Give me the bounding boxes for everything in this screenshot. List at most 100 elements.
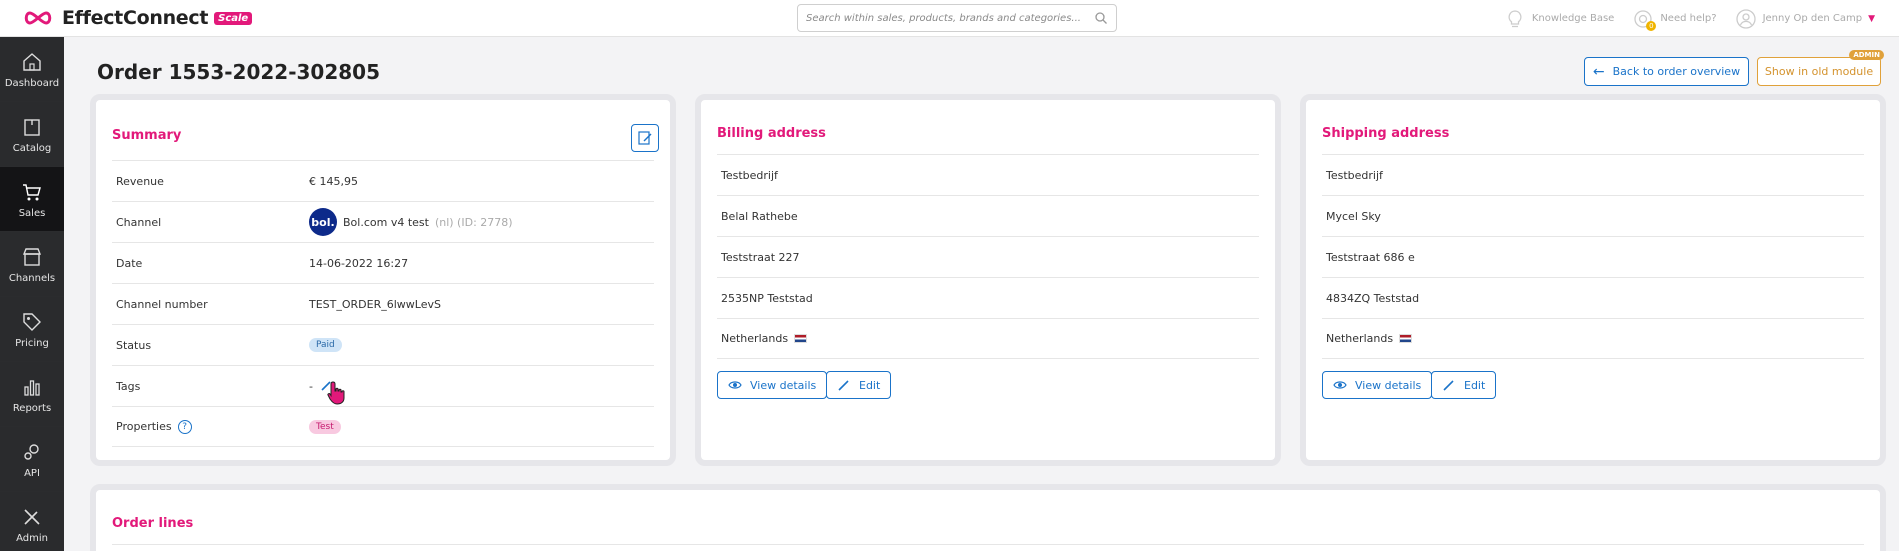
shipping-edit-button[interactable]: Edit <box>1431 371 1497 399</box>
app-logo[interactable]: EffectConnect Scale <box>0 7 600 29</box>
billing-edit-button[interactable]: Edit <box>826 371 892 399</box>
sidebar-item-catalog[interactable]: Catalog <box>0 102 64 167</box>
tags-row: Tags - <box>112 365 654 406</box>
house-icon <box>23 52 41 71</box>
order-lines-divider <box>112 544 1864 545</box>
app-name: EffectConnect <box>62 7 209 29</box>
shipping-company: Testbedrijf <box>1326 168 1383 182</box>
shipping-street-row: Teststraat 686 e <box>1322 236 1864 277</box>
edit-note-icon <box>638 131 652 145</box>
billing-view-details-button[interactable]: View details <box>717 371 828 399</box>
status-label: Status <box>116 338 152 352</box>
show-in-old-module-button[interactable]: Show in old module ADMIN <box>1757 50 1884 86</box>
knowledge-base-label: Knowledge Base <box>1531 13 1615 24</box>
properties-row: Properties ? Test <box>112 406 654 447</box>
order-lines-title: Order lines <box>112 516 194 531</box>
knowledge-base-link[interactable]: Knowledge Base <box>1504 8 1615 30</box>
plan-badge: Scale <box>214 11 253 25</box>
storefront-icon <box>22 247 42 266</box>
back-to-order-overview-button[interactable]: ← Back to order overview <box>1584 57 1749 86</box>
shipping-address-title: Shipping address <box>1322 126 1450 141</box>
page-title: Order 1553-2022-302805 <box>97 60 380 84</box>
gears-icon <box>24 443 39 460</box>
need-help-label: Need help? <box>1660 13 1717 24</box>
tags-label: Tags <box>116 379 141 393</box>
shipping-city: 4834ZQ Teststad <box>1326 291 1420 305</box>
edit-summary-button[interactable] <box>631 124 659 152</box>
view-details-label: View details <box>1355 378 1422 392</box>
revenue-label: Revenue <box>116 174 164 188</box>
shipping-country: Netherlands <box>1326 332 1394 345</box>
search-icon[interactable] <box>1094 11 1108 25</box>
pencil-icon <box>1443 380 1454 391</box>
sidebar-item-dashboard[interactable]: Dashboard <box>0 37 64 102</box>
view-details-label: View details <box>750 378 817 392</box>
billing-company-row: Testbedrijf <box>717 154 1259 195</box>
order-lines-card: Order lines <box>90 484 1886 551</box>
box-icon <box>24 118 40 136</box>
summary-card: Summary Revenue € 145,95 Channel bol. Bo… <box>90 94 676 466</box>
user-menu[interactable]: Jenny Op den Camp ▼ <box>1735 8 1875 30</box>
shipping-name-row: Mycel Sky <box>1322 195 1864 236</box>
old-module-label: Show in old module <box>1764 65 1874 78</box>
channel-number-row: Channel number TEST_ORDER_6lwwLevS <box>112 283 654 324</box>
sidebar-item-label: Catalog <box>12 142 52 154</box>
revenue-row: Revenue € 145,95 <box>112 160 654 201</box>
property-badge: Test <box>309 419 341 434</box>
properties-label: Properties <box>116 420 172 433</box>
eye-icon <box>728 381 742 389</box>
billing-address-title: Billing address <box>717 126 826 141</box>
sidebar-item-sales[interactable]: Sales <box>0 167 64 232</box>
date-row: Date 14-06-2022 16:27 <box>112 242 654 283</box>
shipping-company-row: Testbedrijf <box>1322 154 1864 195</box>
search-box[interactable] <box>797 4 1117 32</box>
channel-number-label: Channel number <box>116 297 208 311</box>
netherlands-flag-icon <box>794 334 808 343</box>
channel-number-value: TEST_ORDER_6lwwLevS <box>309 297 441 311</box>
revenue-value: € 145,95 <box>309 174 358 188</box>
channel-row: Channel bol. Bol.com v4 test (nl) (ID: 2… <box>112 201 654 242</box>
billing-city-row: 2535NP Teststad <box>717 277 1259 318</box>
summary-title: Summary <box>112 128 182 143</box>
sidebar-item-reports[interactable]: Reports <box>0 362 64 427</box>
netherlands-flag-icon <box>1399 334 1413 343</box>
sidebar-item-label: Reports <box>12 402 52 414</box>
status-badge: Paid <box>309 338 342 352</box>
tools-icon <box>24 508 40 525</box>
edit-label: Edit <box>1464 378 1486 392</box>
sidebar: Dashboard Catalog Sales Channels Pricing… <box>0 37 64 551</box>
date-label: Date <box>116 256 143 270</box>
need-help-link[interactable]: 0 Need help? <box>1632 8 1717 31</box>
status-row: Status Paid <box>112 324 654 365</box>
billing-street-row: Teststraat 227 <box>717 236 1259 277</box>
billing-company: Testbedrijf <box>721 168 778 182</box>
billing-country-row: Netherlands <box>717 318 1259 359</box>
date-value: 14-06-2022 16:27 <box>309 256 409 270</box>
billing-name-row: Belal Rathebe <box>717 195 1259 236</box>
sidebar-item-pricing[interactable]: Pricing <box>0 297 64 362</box>
lightbulb-icon <box>1508 9 1522 27</box>
billing-street: Teststraat 227 <box>721 250 800 264</box>
shopping-cart-icon <box>23 183 41 200</box>
sidebar-item-label: Pricing <box>15 337 49 349</box>
price-tag-icon <box>23 312 41 331</box>
channel-meta: (nl) (ID: 2778) <box>434 215 513 229</box>
shipping-city-row: 4834ZQ Teststad <box>1322 277 1864 318</box>
billing-country: Netherlands <box>721 332 789 345</box>
help-icon[interactable]: ? <box>177 419 192 434</box>
sidebar-item-api[interactable]: API <box>0 427 64 492</box>
sidebar-item-label: Sales <box>18 207 46 219</box>
shipping-name: Mycel Sky <box>1326 209 1381 223</box>
sidebar-item-label: Channels <box>8 272 56 284</box>
pencil-icon <box>838 380 849 391</box>
search-input[interactable] <box>806 12 1094 24</box>
sidebar-item-label: Admin <box>16 532 48 544</box>
sidebar-item-channels[interactable]: Channels <box>0 232 64 297</box>
billing-address-card: Billing address Testbedrijf Belal Ratheb… <box>695 94 1281 466</box>
admin-badge: ADMIN <box>1849 50 1884 60</box>
shipping-country-row: Netherlands <box>1322 318 1864 359</box>
infinity-logo-icon <box>24 11 52 25</box>
channel-name[interactable]: Bol.com v4 test <box>343 216 429 229</box>
shipping-view-details-button[interactable]: View details <box>1322 371 1433 399</box>
sidebar-item-admin[interactable]: Admin <box>0 492 64 551</box>
